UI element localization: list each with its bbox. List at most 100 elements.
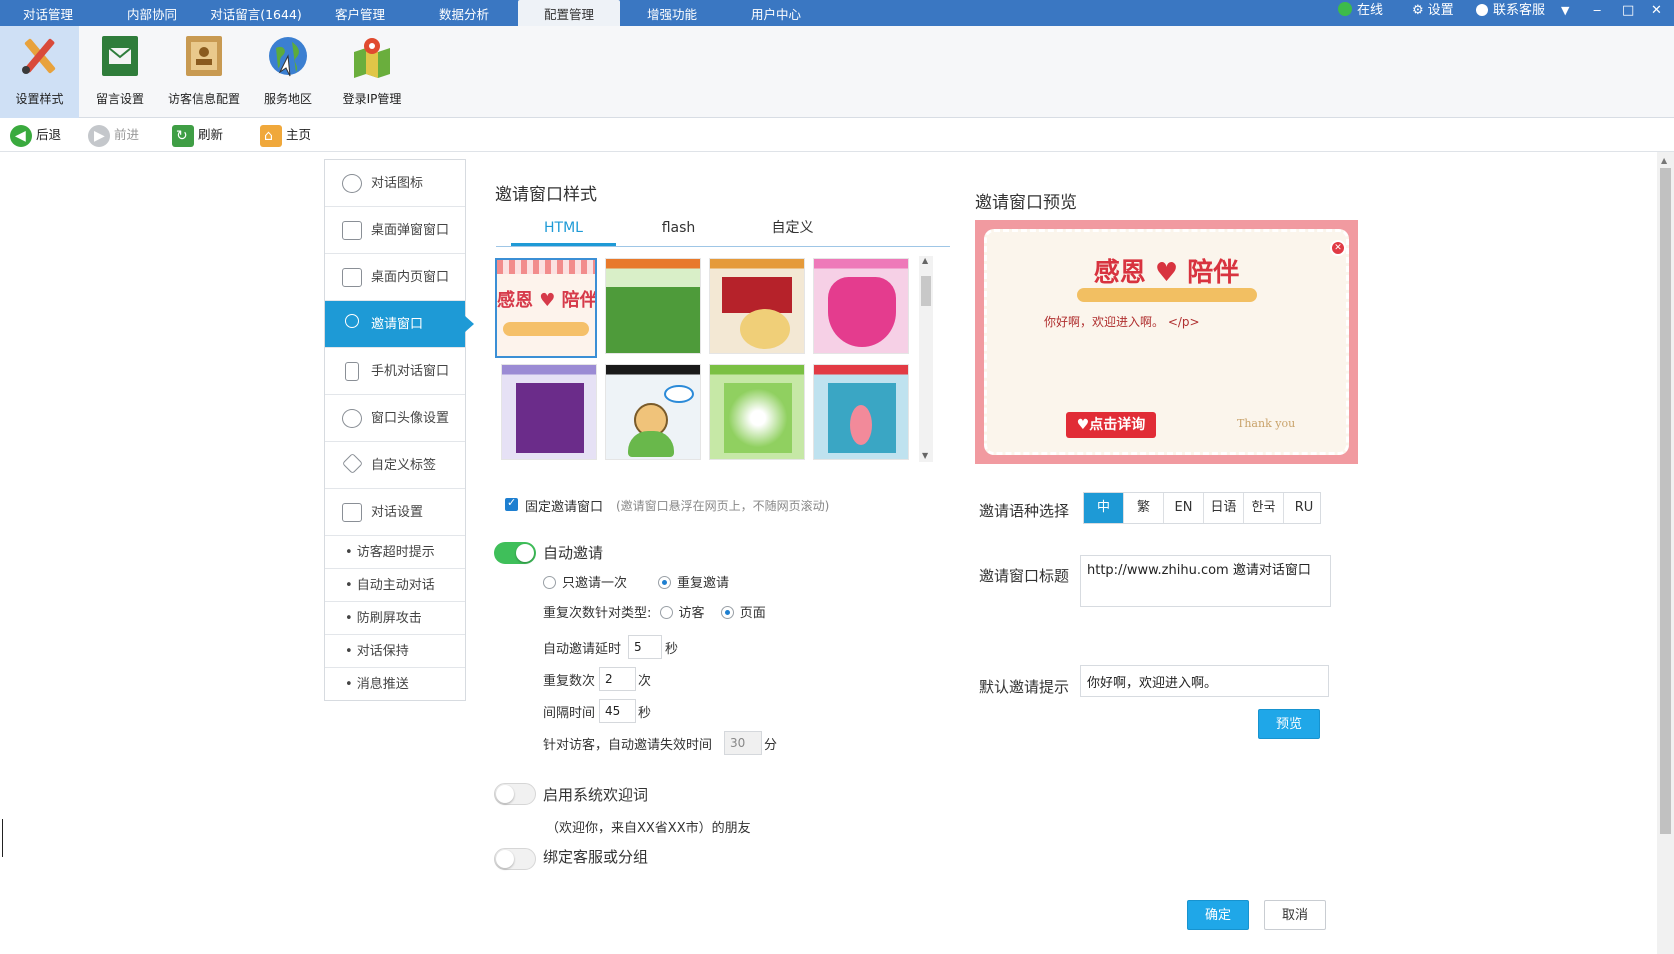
style-thumb-wheat[interactable] — [605, 258, 701, 354]
chat-settings-icon — [342, 503, 362, 522]
home-icon: ⌂ — [260, 124, 282, 147]
thumb-scrollbar[interactable]: ▲ ▼ — [919, 256, 933, 462]
arrow-right-icon: ▶ — [88, 124, 110, 147]
thumb-banner-text: 感恩 ♥ 陪伴 — [497, 290, 597, 311]
bind-service-label: 绑定客服或分组 — [543, 848, 649, 866]
sidebar-sub-visitor-timeout[interactable]: • 访客超时提示 — [325, 536, 465, 569]
ribbon-label: 设置样式 — [15, 92, 64, 106]
interval-input[interactable]: 45 — [599, 699, 636, 723]
expire-input[interactable]: 30 — [724, 731, 762, 755]
top-menu-bar: 对话管理 内部协同 对话留言(1644) 客户管理 数据分析 配置管理 增强功能… — [0, 0, 1674, 26]
tab-enhance[interactable]: 增强功能 — [624, 0, 720, 26]
default-hint-input[interactable]: 你好啊，欢迎进入啊。 — [1080, 665, 1329, 697]
contact-card-icon — [186, 36, 222, 76]
tab-config[interactable]: 配置管理 — [518, 0, 620, 26]
preview-close-icon[interactable]: ✕ — [1330, 240, 1346, 256]
forward-button[interactable]: ▶ 前进 — [88, 123, 139, 147]
online-status[interactable]: 在线 — [1338, 0, 1383, 22]
style-thumb-flamingo[interactable] — [813, 364, 909, 460]
tab-html[interactable]: HTML — [511, 210, 616, 246]
ribbon-style-settings[interactable]: 设置样式 — [0, 26, 79, 118]
invite-once-option[interactable]: 只邀请一次 — [543, 572, 627, 591]
lang-ru[interactable]: RU — [1284, 493, 1324, 523]
lang-zh[interactable]: 中 — [1084, 493, 1124, 523]
tab-customers[interactable]: 客户管理 — [312, 0, 408, 26]
lang-ja[interactable]: 日语 — [1204, 493, 1244, 523]
fixed-invite-checkbox[interactable]: ✓ — [505, 496, 518, 511]
repeat-unit: 次 — [638, 674, 652, 689]
sidebar-sub-anti-flood[interactable]: • 防刷屏攻击 — [325, 602, 465, 635]
sidebar-item-invite-window[interactable]: 邀请窗口 — [325, 301, 474, 348]
layers-icon — [342, 268, 362, 287]
sidebar-item-desktop-popup[interactable]: 桌面弹窗窗口 — [325, 207, 465, 254]
dropdown-icon[interactable]: ▼ — [1561, 0, 1569, 22]
lang-en[interactable]: EN — [1164, 493, 1204, 523]
invite-once-radio[interactable] — [543, 576, 556, 589]
repeat-type-row: 重复次数针对类型: 访客 页面 — [543, 602, 766, 621]
preview-title: 邀请窗口预览 — [975, 193, 1077, 213]
sidebar-item-mobile-chat[interactable]: 手机对话窗口 — [325, 348, 465, 395]
globe-icon — [269, 37, 307, 77]
sidebar-sub-keep-alive[interactable]: • 对话保持 — [325, 635, 465, 668]
bind-service-toggle[interactable] — [494, 848, 536, 870]
welcome-toggle[interactable] — [494, 783, 536, 805]
cancel-button[interactable]: 取消 — [1264, 900, 1326, 930]
style-thumb-yarn[interactable] — [709, 258, 805, 354]
auto-invite-label: 自动邀请 — [543, 544, 604, 562]
confirm-button[interactable]: 确定 — [1187, 900, 1249, 930]
sidebar-item-chat-settings[interactable]: 对话设置 — [325, 489, 465, 536]
style-thumb-pink[interactable] — [813, 258, 909, 354]
settings-link[interactable]: ⚙ 设置 — [1412, 0, 1454, 22]
tab-conversation[interactable]: 对话管理 — [0, 0, 96, 26]
style-thumbnail-grid: 感恩 ♥ 陪伴 ▲ ▼ — [495, 256, 935, 462]
scrollbar-thumb[interactable] — [1660, 168, 1671, 834]
ribbon-service-region[interactable]: 服务地区 — [258, 26, 318, 118]
sidebar-item-chat-icon[interactable]: 对话图标 — [325, 160, 465, 207]
tab-collaboration[interactable]: 内部协同 — [104, 0, 200, 26]
style-thumb-purple[interactable] — [501, 364, 597, 460]
delay-label: 自动邀请延时 — [543, 642, 622, 657]
sidebar-sub-push[interactable]: • 消息推送 — [325, 668, 465, 701]
style-thumb-dandelion[interactable] — [709, 364, 805, 460]
lang-ko[interactable]: 한국 — [1244, 493, 1284, 523]
type-visitor-radio[interactable] — [659, 606, 673, 619]
sidebar-sub-auto-chat[interactable]: • 自动主动对话 — [325, 569, 465, 602]
contact-support-link[interactable]: 联系客服 — [1476, 0, 1545, 22]
lang-zh-tw[interactable]: 繁 — [1124, 493, 1164, 523]
repeat-count-input[interactable]: 2 — [599, 667, 636, 691]
phone-icon — [345, 362, 359, 381]
lang-label: 邀请语种选择 — [979, 502, 1070, 520]
sidebar-item-avatar-settings[interactable]: 窗口头像设置 — [325, 395, 465, 442]
ribbon-message-settings[interactable]: 留言设置 — [88, 26, 152, 118]
maximize-icon[interactable]: □ — [1622, 0, 1634, 22]
repeat-type-label: 重复次数针对类型: — [543, 606, 652, 621]
pencil-brush-icon — [22, 38, 56, 74]
back-button[interactable]: ◀ 后退 — [10, 123, 61, 147]
ribbon-toolbar: 设置样式 留言设置 访客信息配置 服务地区 登录IP管理 — [0, 26, 1674, 118]
style-thumb-thanks[interactable]: 感恩 ♥ 陪伴 — [495, 258, 597, 358]
ribbon-login-ip[interactable]: 登录IP管理 — [336, 26, 408, 118]
tab-custom[interactable]: 自定义 — [740, 210, 845, 246]
sidebar-item-custom-tags[interactable]: 自定义标签 — [325, 442, 465, 489]
delay-input[interactable]: 5 — [628, 635, 662, 659]
minimize-icon[interactable]: ‒ — [1593, 0, 1601, 22]
tab-user-center[interactable]: 用户中心 — [728, 0, 824, 26]
type-page-radio[interactable] — [720, 606, 734, 619]
tab-analytics[interactable]: 数据分析 — [416, 0, 512, 26]
home-button[interactable]: ⌂ 主页 — [260, 123, 311, 147]
style-thumb-avatar[interactable] — [605, 364, 701, 460]
page-scrollbar[interactable]: ▲ — [1657, 152, 1674, 954]
ribbon-label: 服务地区 — [263, 92, 312, 106]
close-icon[interactable]: ✕ — [1651, 0, 1662, 22]
tab-flash[interactable]: flash — [626, 210, 731, 246]
refresh-button[interactable]: ↻ 刷新 — [172, 123, 223, 147]
invite-repeat-option[interactable]: 重复邀请 — [658, 572, 729, 591]
window-title-input[interactable]: http://www.zhihu.com 邀请对话窗口 — [1080, 555, 1331, 607]
auto-invite-toggle[interactable] — [494, 542, 536, 564]
sidebar-item-desktop-inline[interactable]: 桌面内页窗口 — [325, 254, 465, 301]
ribbon-visitor-info[interactable]: 访客信息配置 — [164, 26, 244, 118]
invite-repeat-radio[interactable] — [658, 576, 671, 589]
preview-detail-button[interactable]: ♥点击详询 — [1066, 412, 1156, 438]
tab-messages[interactable]: 对话留言(1644) — [200, 0, 312, 26]
preview-button[interactable]: 预览 — [1258, 709, 1320, 739]
